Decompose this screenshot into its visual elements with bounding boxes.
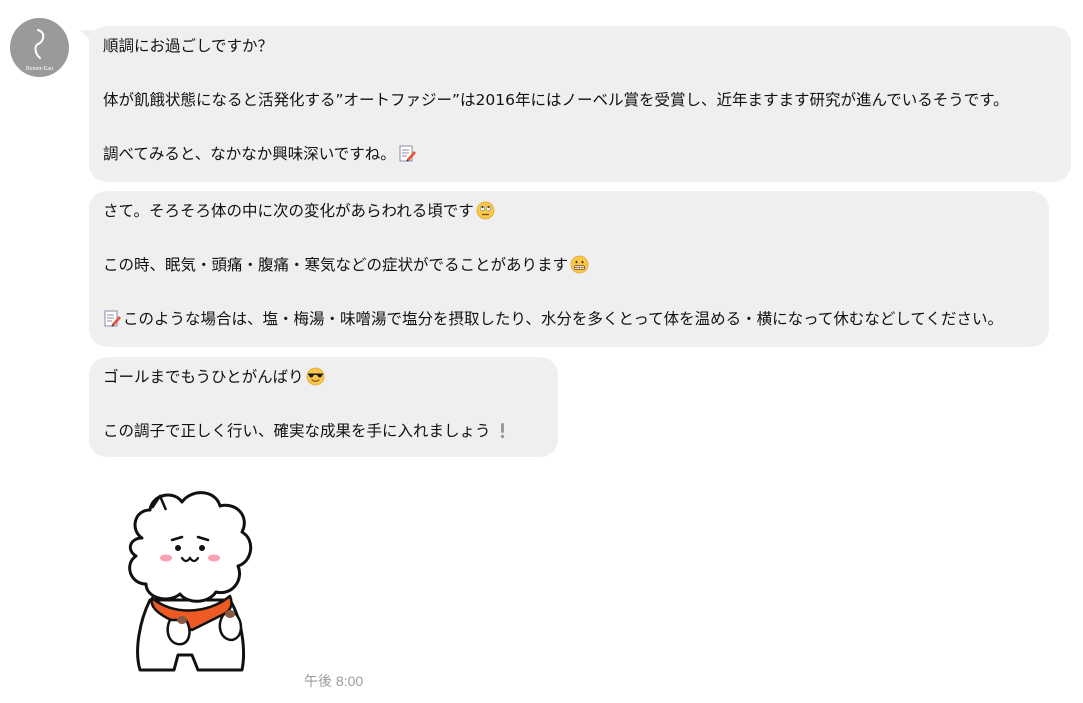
- message-line: さて。そろそろ体の中に次の変化があらわれる頃です: [103, 202, 474, 220]
- avatar-logo-icon: Remer-Eau: [26, 29, 53, 72]
- avatar-text: Remer-Eau: [26, 66, 53, 72]
- exclamation-emoji: [493, 421, 512, 440]
- sunglasses-emoji: [306, 367, 325, 386]
- message-line: 調べてみると、なかなか興味深いですね。: [103, 145, 396, 163]
- message-line: このような場合は、塩・梅湯・味噌湯で塩分を摂取したり、水分を多くとって体を温める…: [123, 310, 1003, 328]
- message-line: ゴールまでもうひとがんばり: [103, 368, 304, 386]
- memo-emoji: [398, 144, 417, 163]
- grimace-emoji: [570, 255, 589, 274]
- message-line: 順調にお過ごしですか？: [103, 37, 274, 55]
- sticker[interactable]: [112, 480, 262, 680]
- message-bubble[interactable]: ゴールまでもうひとがんばり この調子で正しく行い、確実な成果を手に入れましょう: [89, 357, 558, 457]
- message-line: 体が飢餓状態になると活発化する”オートファジー”は2016年にはノーベル賞を受賞…: [103, 91, 1009, 109]
- message-bubble[interactable]: 順調にお過ごしですか？ 体が飢餓状態になると活発化する”オートファジー”は201…: [89, 26, 1071, 182]
- sender-avatar[interactable]: Remer-Eau: [10, 18, 69, 77]
- memo-emoji: [103, 309, 122, 328]
- message-timestamp: 午後 8:00: [304, 673, 364, 689]
- message-line: この調子で正しく行い、確実な成果を手に入れましょう: [103, 422, 491, 440]
- eye-roll-emoji: [476, 201, 495, 220]
- white-fluffy-character-sticker: [128, 491, 253, 672]
- message-line: この時、眠気・頭痛・腹痛・寒気などの症状がでることがあります: [103, 256, 569, 274]
- message-bubble[interactable]: さて。そろそろ体の中に次の変化があらわれる頃です この時、眠気・頭痛・腹痛・寒気…: [89, 191, 1049, 347]
